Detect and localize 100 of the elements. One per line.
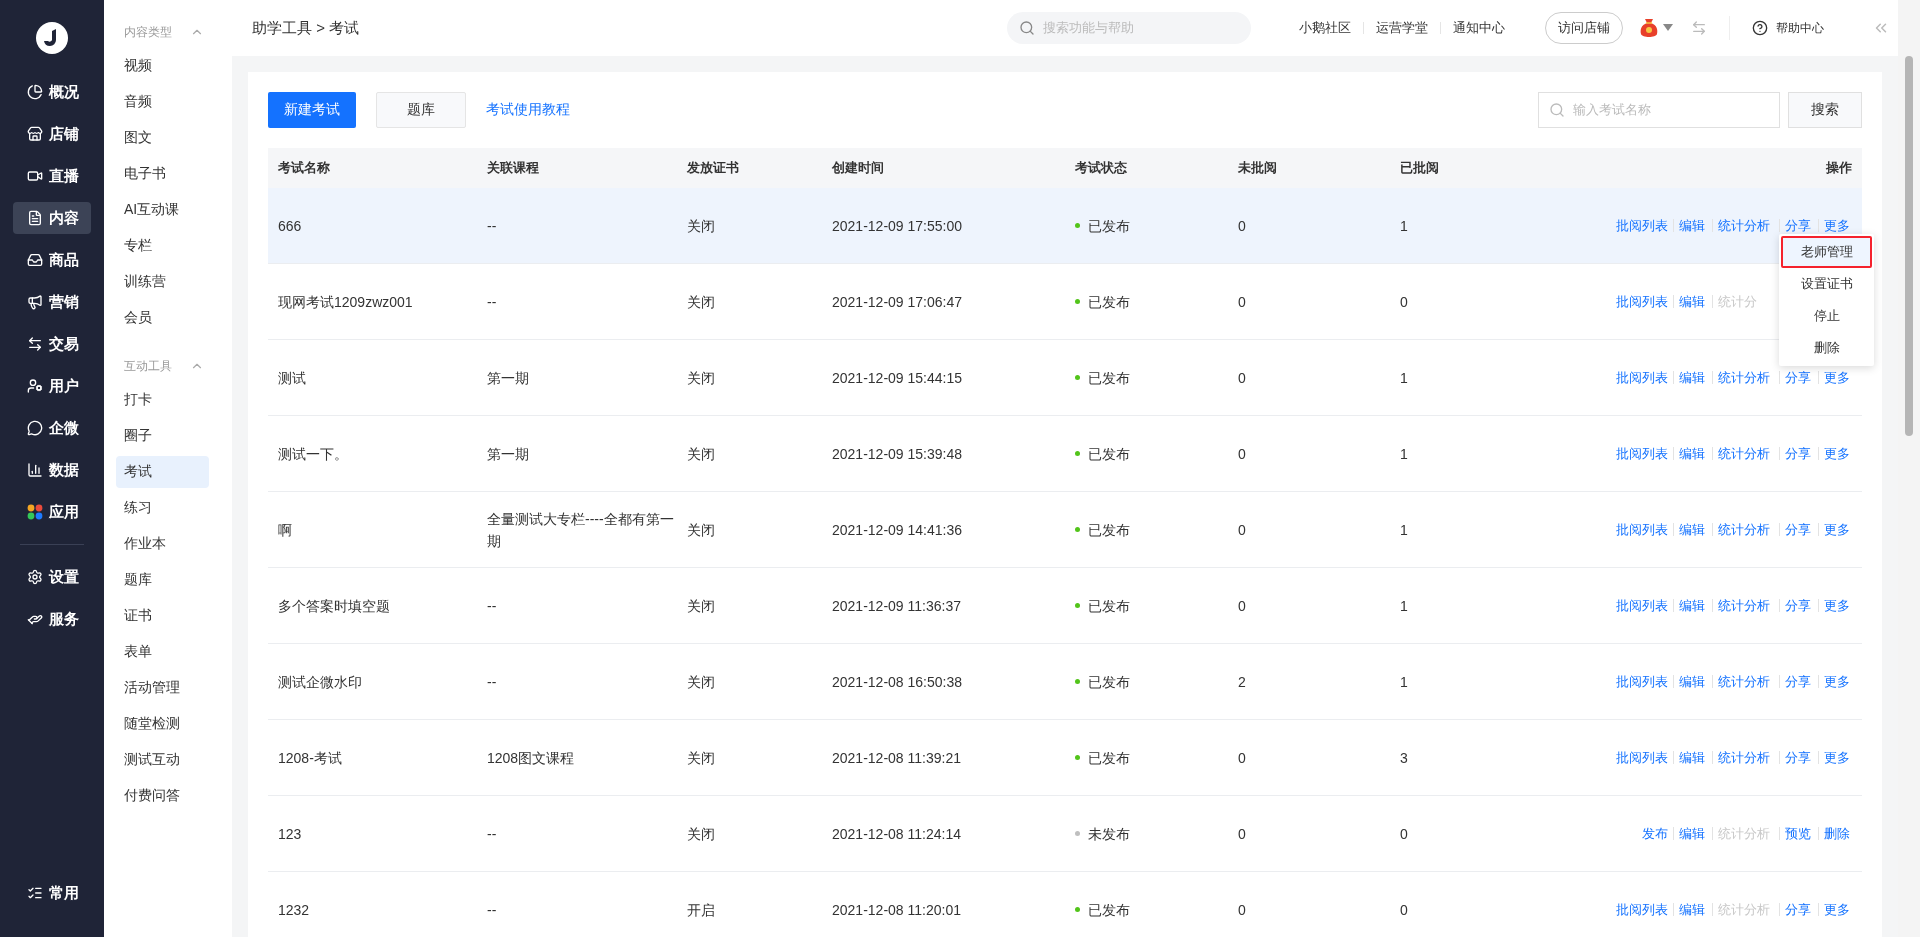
action-link[interactable]: 统计分析 (1718, 444, 1770, 463)
action-link[interactable]: 发布 (1642, 824, 1668, 843)
action-link[interactable]: 批阅列表 (1616, 596, 1668, 615)
action-link[interactable]: 更多 (1824, 900, 1850, 919)
action-link[interactable]: 更多 (1824, 368, 1850, 387)
subnav-item[interactable]: AI互动课 (116, 194, 209, 226)
subnav-item[interactable]: 练习 (116, 492, 209, 524)
subnav-item[interactable]: 活动管理 (116, 672, 209, 704)
nav-item[interactable]: 直播 (13, 160, 91, 192)
action-link[interactable]: 更多 (1824, 748, 1850, 767)
action-link[interactable]: 编辑 (1679, 596, 1705, 615)
action-link[interactable]: 统计分析 (1718, 216, 1770, 235)
action-link[interactable]: 分享 (1785, 368, 1811, 387)
action-link[interactable]: 删除 (1824, 824, 1850, 843)
subnav-item[interactable]: 图文 (116, 122, 209, 154)
action-link[interactable]: 分享 (1785, 216, 1811, 235)
nav-item[interactable]: 营销 (13, 286, 91, 318)
scrollbar-thumb[interactable] (1905, 56, 1913, 436)
action-link[interactable]: 分享 (1785, 900, 1811, 919)
nav-item[interactable]: 常用 (13, 877, 91, 909)
nav-item[interactable]: 商品 (13, 244, 91, 276)
action-link[interactable]: 编辑 (1679, 216, 1705, 235)
action-link[interactable]: 批阅列表 (1616, 520, 1668, 539)
action-link[interactable]: 编辑 (1679, 824, 1705, 843)
nav-item[interactable]: 数据 (13, 454, 91, 486)
action-link[interactable]: 统计分析 (1718, 672, 1770, 691)
search-button[interactable]: 搜索 (1788, 92, 1862, 128)
column-header: 创建时间 (832, 159, 885, 177)
action-link[interactable]: 预览 (1785, 824, 1811, 843)
table-cell-text: 2021-12-09 15:39:48 (832, 444, 963, 464)
action-link[interactable]: 批阅列表 (1616, 900, 1668, 919)
swap-icon[interactable] (1691, 20, 1707, 36)
menu-item[interactable]: 设置证书 (1779, 268, 1874, 300)
subnav-item[interactable]: 随堂检测 (116, 708, 209, 740)
nav-item[interactable]: 企微 (13, 412, 91, 444)
subnav-item[interactable]: 证书 (116, 600, 209, 632)
action-link[interactable]: 批阅列表 (1616, 292, 1668, 311)
action-link[interactable]: 批阅列表 (1616, 672, 1668, 691)
nav-label: 设置 (49, 567, 79, 587)
subnav-item[interactable]: 表单 (116, 636, 209, 668)
menu-item[interactable]: 老师管理 (1781, 236, 1872, 268)
subnav-item[interactable]: 题库 (116, 564, 209, 596)
action-link[interactable]: 统计分析 (1718, 748, 1770, 767)
nav-item[interactable]: 交易 (13, 328, 91, 360)
action-link[interactable]: 更多 (1824, 444, 1850, 463)
subnav-item[interactable]: 音频 (116, 86, 209, 118)
action-link[interactable]: 统计分析 (1718, 520, 1770, 539)
action-link[interactable]: 编辑 (1679, 672, 1705, 691)
top-link[interactable]: 运营学堂 (1363, 22, 1440, 34)
nav-item[interactable]: 概况 (13, 76, 91, 108)
nav-item[interactable]: 设置 (13, 561, 91, 593)
action-link[interactable]: 更多 (1824, 596, 1850, 615)
nav-item[interactable]: 店铺 (13, 118, 91, 150)
action-link[interactable]: 分享 (1785, 596, 1811, 615)
subnav-item[interactable]: 圈子 (116, 420, 209, 452)
action-link[interactable]: 统计分析 (1718, 596, 1770, 615)
action-link[interactable]: 编辑 (1679, 292, 1705, 311)
menu-item[interactable]: 停止 (1779, 300, 1874, 332)
action-link[interactable]: 编辑 (1679, 444, 1705, 463)
action-link[interactable]: 编辑 (1679, 900, 1705, 919)
action-link[interactable]: 分享 (1785, 748, 1811, 767)
visit-store-button[interactable]: 访问店铺 (1545, 12, 1623, 44)
nav-item[interactable]: 内容 (13, 202, 91, 234)
action-link[interactable]: 分享 (1785, 444, 1811, 463)
nav-item[interactable]: 用户 (13, 370, 91, 402)
question-bank-button[interactable]: 题库 (376, 92, 466, 128)
subnav-item[interactable]: 考试 (116, 456, 209, 488)
subnav-item[interactable]: 训练营 (116, 266, 209, 298)
action-link[interactable]: 更多 (1824, 520, 1850, 539)
top-link[interactable]: 通知中心 (1440, 22, 1517, 34)
nav-item[interactable]: 应用 (13, 496, 91, 528)
new-exam-button[interactable]: 新建考试 (268, 92, 356, 128)
action-link[interactable]: 批阅列表 (1616, 216, 1668, 235)
caret-icon[interactable] (1663, 24, 1673, 32)
action-link[interactable]: 批阅列表 (1616, 748, 1668, 767)
action-link[interactable]: 更多 (1824, 672, 1850, 691)
subnav-item[interactable]: 视频 (116, 50, 209, 82)
subnav-item[interactable]: 电子书 (116, 158, 209, 190)
subnav-item[interactable]: 测试互动 (116, 744, 209, 776)
action-link[interactable]: 批阅列表 (1616, 368, 1668, 387)
menu-item[interactable]: 删除 (1779, 332, 1874, 364)
subnav-item[interactable]: 打卡 (116, 384, 209, 416)
action-link[interactable]: 分享 (1785, 672, 1811, 691)
subnav-item[interactable]: 专栏 (116, 230, 209, 262)
action-link[interactable]: 编辑 (1679, 520, 1705, 539)
action-link[interactable]: 编辑 (1679, 748, 1705, 767)
action-link[interactable]: 分享 (1785, 520, 1811, 539)
gift-bag-icon[interactable] (1639, 17, 1659, 39)
nav-label: 交易 (49, 334, 79, 354)
action-link[interactable]: 统计分析 (1718, 368, 1770, 387)
subnav-item[interactable]: 付费问答 (116, 780, 209, 812)
action-link[interactable]: 编辑 (1679, 368, 1705, 387)
action-link[interactable]: 更多 (1824, 216, 1850, 235)
help-link[interactable]: 帮助中心 (1752, 19, 1824, 37)
action-link[interactable]: 批阅列表 (1616, 444, 1668, 463)
subnav-item[interactable]: 会员 (116, 302, 209, 334)
subnav-item[interactable]: 作业本 (116, 528, 209, 560)
nav-item[interactable]: 服务 (13, 603, 91, 635)
tutorial-link[interactable]: 考试使用教程 (486, 101, 570, 119)
top-link[interactable]: 小鹅社区 (1287, 22, 1363, 34)
